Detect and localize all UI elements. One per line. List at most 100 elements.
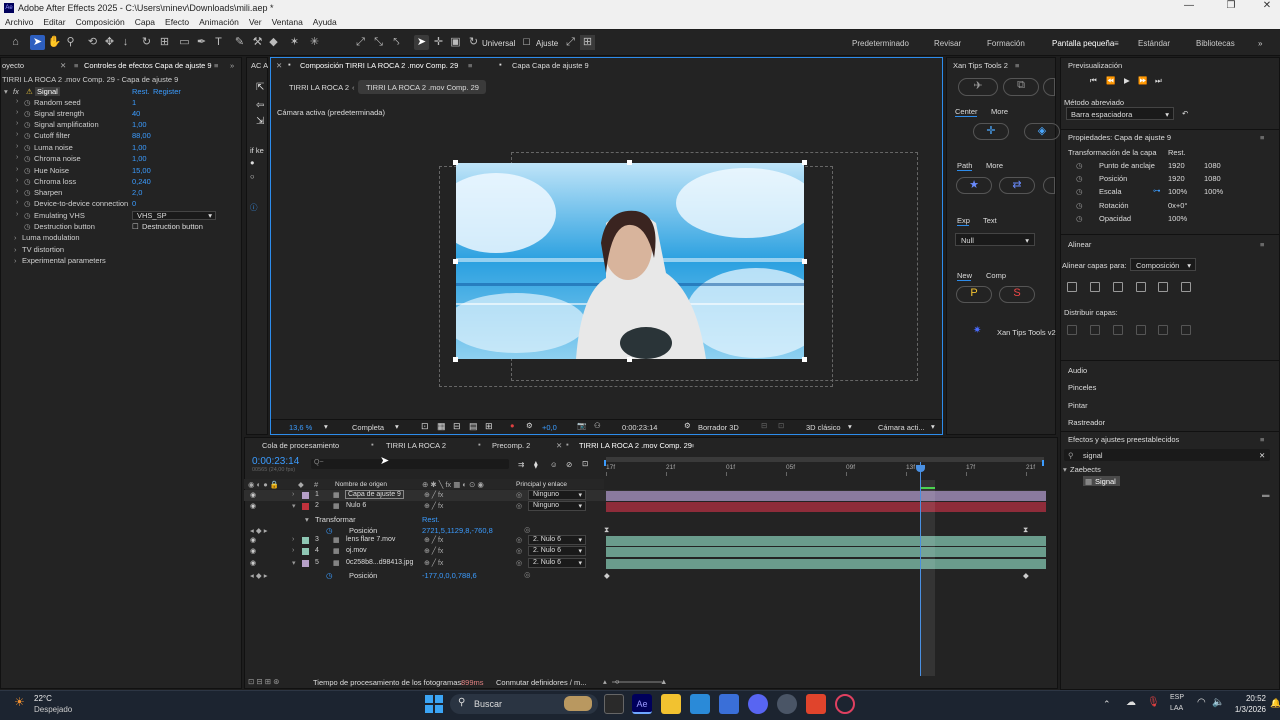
draft-3d-label[interactable]: Borrador 3D [698,423,739,432]
timeline-search-input[interactable]: Q~ [311,459,509,469]
eye-icon[interactable]: ◉ [250,536,256,544]
ajuste-checkbox[interactable]: ☐ [519,35,534,50]
distribute-right-icon[interactable] [1181,325,1191,335]
align-top-icon[interactable] [1136,282,1146,292]
parent-pickwhip-icon[interactable]: ◎ [516,502,522,510]
layer-switches-icon[interactable]: ⊕ ╱ fx [424,502,443,510]
expand-arrow-icon[interactable]: › [16,199,18,206]
wifi-icon[interactable]: ◠ [1197,697,1206,708]
handle-icon[interactable] [802,259,807,264]
expand-arrow-icon[interactable]: ▾ [292,502,296,510]
prop-value[interactable]: 100% [1168,214,1187,223]
workspace-predeterminado[interactable]: Predeterminado [852,39,909,48]
more2-label[interactable]: More [986,161,1003,170]
layer-duration-bar[interactable] [606,536,1046,546]
path-label[interactable]: Path [957,161,972,170]
show-snapshot-icon[interactable]: ⚇ [594,421,601,430]
brushes-panel[interactable]: Pinceles [1068,383,1096,392]
param-row[interactable]: › ◷ Chroma noise 1,00 [0,154,240,165]
layer-name[interactable]: lens flare 7.mov [346,536,395,543]
brush-tool-icon[interactable]: ✎ [232,35,247,50]
menu-efecto[interactable]: Efecto [165,17,189,27]
workspace-formacion[interactable]: Formación [987,39,1025,48]
render-queue-tab[interactable]: Cola de procesamiento [262,441,339,450]
comp-close-icon[interactable]: ✕ [276,61,282,70]
reset-icon[interactable]: ↶ [1182,109,1188,118]
tab-menu-icon[interactable]: ≡ [74,61,78,70]
stopwatch-icon[interactable]: ◷ [1076,174,1083,183]
param-row[interactable]: › ◷ Luma noise 1,00 [0,143,240,154]
prop-value[interactable]: 1920 [1168,161,1185,170]
handle-icon[interactable] [802,160,807,165]
puppet-tool-icon[interactable]: ✳ [307,35,322,50]
zoom-value[interactable]: 13,6 % [289,423,312,432]
destruction-checkbox[interactable]: ☐ [132,222,139,231]
stopwatch-active-icon[interactable]: ◷ [326,571,333,580]
handle-icon[interactable] [802,357,807,362]
stopwatch-icon[interactable]: ◷ [24,131,31,140]
param-row[interactable]: › ◷ Hue Noise 15,00 [0,166,240,177]
distribute-top-icon[interactable] [1067,325,1077,335]
workspace-menu-icon[interactable]: ≡ [1114,39,1119,48]
pen-tool-icon[interactable]: ✒ [194,35,209,50]
workspace-more-icon[interactable]: » [1258,39,1262,48]
parent-pickwhip-icon[interactable]: ◎ [516,559,522,567]
orbit-tool-icon[interactable]: ⟲ [85,35,100,50]
workspace-revisar[interactable]: Revisar [934,39,961,48]
align-vcenter-icon[interactable] [1158,282,1168,292]
group-row[interactable]: › Experimental parameters [0,256,240,267]
work-area-bar[interactable] [606,457,1044,462]
zoom-slider-knob[interactable]: ○ [615,677,620,686]
rotate-tool-icon[interactable]: ↻ [139,35,154,50]
snap-extra-icon[interactable]: ⤢ [563,35,578,50]
stopwatch-icon[interactable]: ◷ [1076,214,1083,223]
tracker-panel[interactable]: Rastreador [1068,418,1105,427]
duplicate-icon[interactable]: ⧉ [1003,78,1039,96]
panel-menu-icon[interactable]: ≡ [1260,240,1264,249]
snap-option2-icon[interactable]: ⤣ [389,35,404,50]
axis-view-icon[interactable]: ▣ [448,35,463,50]
camera-chevron-icon[interactable]: ▾ [931,422,935,431]
arrow-tool-icon[interactable]: ⇱ [256,82,264,93]
audio-panel[interactable]: Audio [1068,366,1087,375]
layer-switches-icon[interactable]: ⊕ ╱ fx [424,559,443,567]
stopwatch-icon[interactable]: ◷ [24,199,31,208]
expand-arrow-icon[interactable]: › [16,188,18,195]
effect-register-link[interactable]: Register [153,87,181,96]
expand-arrow-icon[interactable]: ▾ [292,559,296,567]
comp-tab-menu-icon[interactable]: ≡ [468,61,472,70]
expand-arrow-icon[interactable]: › [16,177,18,184]
prev-frame-icon[interactable]: ⏪ [1106,76,1115,85]
expand-arrow-icon[interactable]: › [16,109,18,116]
layer-name[interactable]: Nulo 6 [346,502,366,509]
preview-title[interactable]: Previsualización [1068,61,1122,70]
pan-behind-tool-icon[interactable]: ⊞ [157,35,172,50]
expand-arrow-icon[interactable]: › [292,491,294,498]
eye-icon[interactable]: ◉ [250,502,256,510]
dolly-tool-icon[interactable]: ↓ [118,35,133,50]
prop-value[interactable]: 0x+0° [1168,201,1187,210]
menu-ver[interactable]: Ver [249,17,262,27]
keyframe-icon[interactable]: ⧗ [604,525,609,535]
exp-label[interactable]: Exp [957,216,970,225]
pan-tool-icon[interactable]: ✥ [102,35,117,50]
parent-pickwhip-icon[interactable]: ◎ [516,491,522,499]
app-icon[interactable] [719,694,739,714]
param-row[interactable]: › ◷ Chroma loss 0,240 [0,177,240,188]
parent-dropdown[interactable]: 2. Nulo 6 ▾ [528,535,586,545]
breadcrumb-item-2[interactable]: TIRRI LA ROCA 2 .mov Comp. 29 [358,80,486,94]
radio-empty-icon[interactable]: ○ [250,172,255,181]
stopwatch-icon[interactable]: ◷ [24,154,31,163]
menu-ayuda[interactable]: Ayuda [313,17,337,27]
comp-label[interactable]: Comp [986,271,1006,280]
exposure-reset-icon[interactable]: ⚙ [526,421,533,430]
group-row[interactable]: › TV distortion [0,245,240,256]
align-bottom-icon[interactable] [1181,282,1191,292]
chrome-icon[interactable] [835,694,855,714]
keyframe-icon[interactable]: ⧗ [1023,525,1028,535]
axis-local-icon[interactable]: ➤ [414,35,429,50]
stopwatch-icon[interactable]: ◷ [24,98,31,107]
layer-duration-bar[interactable] [606,491,1046,501]
layer-duration-bar[interactable] [606,547,1046,557]
toggle-switches-modes[interactable]: Conmutar definidores / m... [496,678,586,687]
